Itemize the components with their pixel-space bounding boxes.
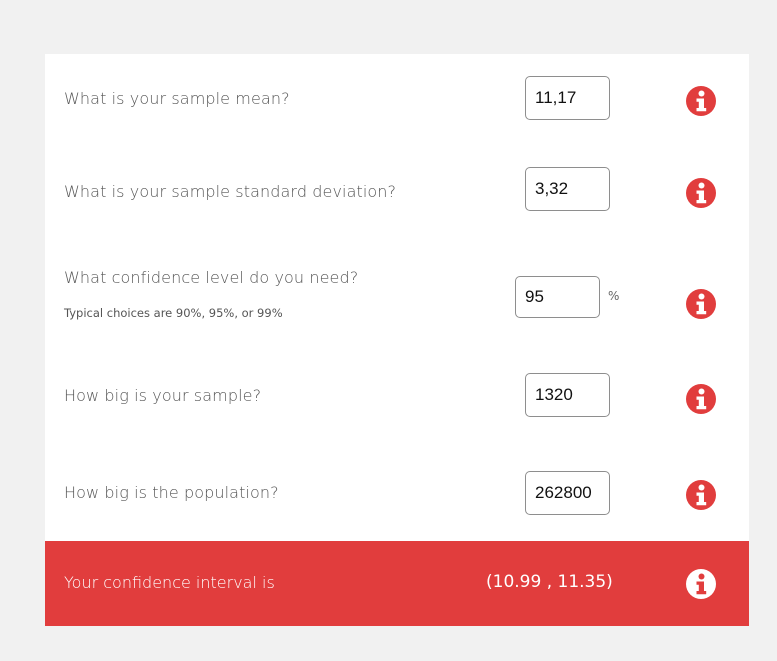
sample-mean-input[interactable]: 11,17 — [525, 76, 610, 120]
result-bar: Your confidence interval is (10.99 , 11.… — [45, 541, 749, 626]
sample-size-input[interactable]: 1320 — [525, 373, 610, 417]
sample-size-label: How big is your sample? — [64, 386, 262, 405]
info-icon[interactable] — [686, 178, 716, 208]
confidence-level-label: What confidence level do you need? — [64, 268, 359, 287]
question-confidence-level: What confidence level do you need? Typic… — [45, 244, 749, 354]
confidence-level-hint: Typical choices are 90%, 95%, or 99% — [64, 306, 283, 320]
question-standard-deviation: What is your sample standard deviation? … — [45, 144, 749, 244]
info-icon[interactable] — [686, 86, 716, 116]
standard-deviation-input[interactable]: 3,32 — [525, 167, 610, 211]
standard-deviation-label: What is your sample standard deviation? — [64, 182, 397, 201]
info-icon[interactable] — [686, 289, 716, 319]
sample-mean-label: What is your sample mean? — [64, 89, 290, 108]
question-sample-size: How big is your sample? 1320 — [45, 354, 749, 449]
population-size-input[interactable]: 262800 — [525, 471, 610, 515]
confidence-interval-value: (10.99 , 11.35) — [486, 572, 613, 592]
question-population-size: How big is the population? 262800 — [45, 449, 749, 541]
confidence-interval-calculator: What is your sample mean? 11,17 What is … — [45, 54, 749, 626]
info-icon[interactable] — [686, 384, 716, 414]
info-icon[interactable] — [686, 569, 716, 599]
percent-unit: % — [608, 289, 620, 303]
confidence-level-input[interactable]: 95 — [515, 276, 600, 318]
info-icon[interactable] — [686, 480, 716, 510]
population-size-label: How big is the population? — [64, 483, 279, 502]
question-sample-mean: What is your sample mean? 11,17 — [45, 54, 749, 144]
result-label: Your confidence interval is — [64, 573, 275, 592]
